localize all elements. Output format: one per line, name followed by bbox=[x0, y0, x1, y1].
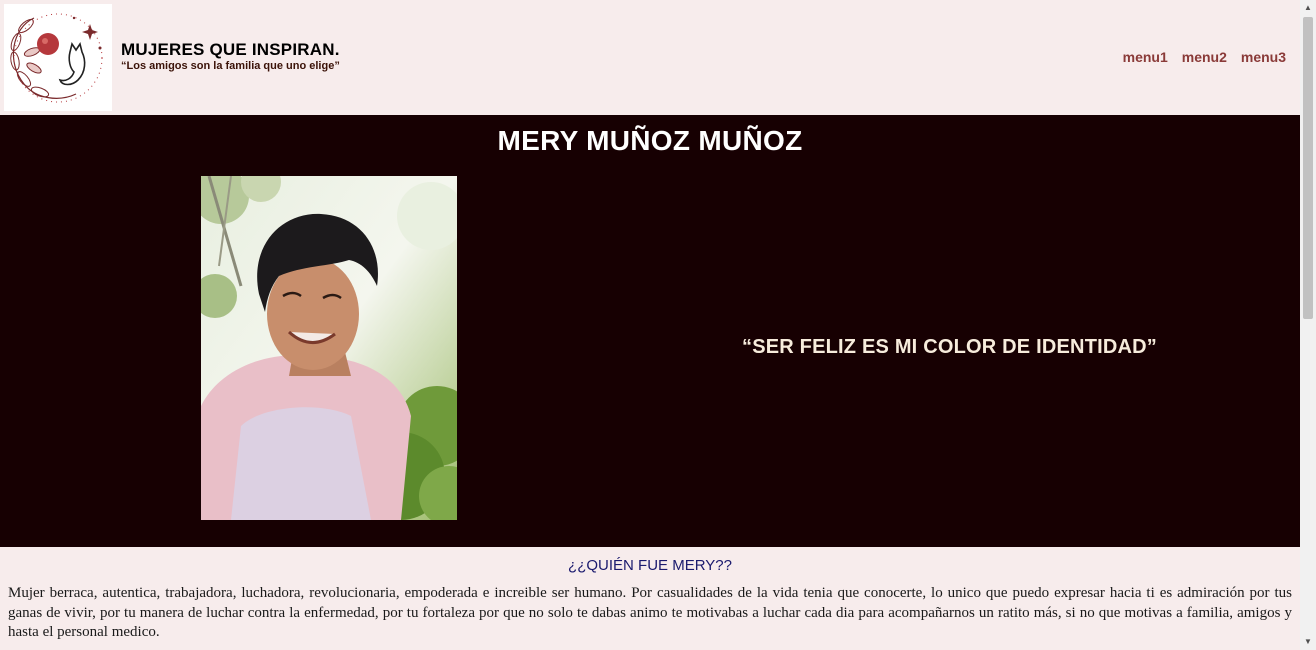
hero-section: MERY MUÑOZ MUÑOZ “SER FELIZ ES MI COLOR … bbox=[0, 115, 1300, 547]
scroll-down-arrow-icon[interactable]: ▼ bbox=[1300, 634, 1316, 650]
site-logo[interactable] bbox=[4, 4, 112, 111]
portrait-photo bbox=[201, 176, 457, 520]
about-paragraph: Mujer berraca, autentica, trabajadora, l… bbox=[8, 585, 1292, 640]
floral-wreath-logo-icon bbox=[10, 13, 103, 103]
site-subtitle: “Los amigos son la familia que uno elige… bbox=[121, 60, 340, 72]
nav-link-menu3[interactable]: menu3 bbox=[1241, 49, 1286, 65]
person-name-heading: MERY MUÑOZ MUÑOZ bbox=[497, 125, 803, 156]
main-nav: menu1 menu2 menu3 bbox=[1123, 49, 1286, 65]
identity-quote: “SER FELIZ ES MI COLOR DE IDENTIDAD” bbox=[742, 336, 1157, 358]
vertical-scrollbar[interactable]: ▲ ▼ bbox=[1300, 0, 1316, 650]
scrollbar-thumb[interactable] bbox=[1303, 17, 1313, 319]
site-header: MUJERES QUE INSPIRAN. “Los amigos son la… bbox=[0, 0, 1300, 115]
site-title: MUJERES QUE INSPIRAN. bbox=[121, 40, 340, 59]
scroll-up-arrow-icon[interactable]: ▲ bbox=[1300, 0, 1316, 16]
about-heading: ¿¿QUIÉN FUE MERY?? bbox=[568, 557, 732, 574]
nav-link-menu2[interactable]: menu2 bbox=[1182, 49, 1227, 65]
nav-link-menu1[interactable]: menu1 bbox=[1123, 49, 1168, 65]
